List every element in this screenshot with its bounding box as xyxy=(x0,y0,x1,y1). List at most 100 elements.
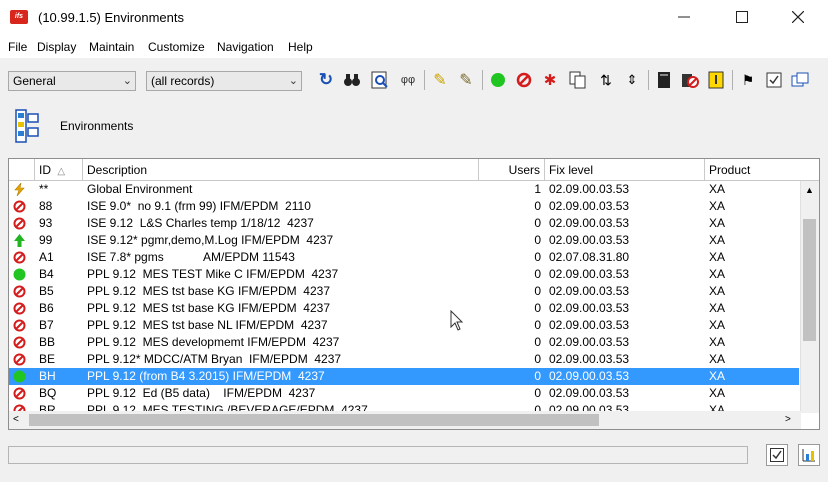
scroll-up-icon[interactable]: ▲ xyxy=(805,185,814,195)
scroll-left-icon[interactable]: < xyxy=(13,414,19,425)
cell-fix-level: 02.09.00.03.53 xyxy=(549,352,630,366)
table-row[interactable]: A1 ISE 7.8* pgms AM/EPDM 11543 0 02.07.08.3… xyxy=(9,249,799,266)
column-header-product[interactable]: Product xyxy=(705,159,819,181)
network-icon[interactable]: ⚑ xyxy=(738,70,758,90)
merge-icon[interactable]: ⇕ xyxy=(622,70,642,90)
zoom-document-icon[interactable] xyxy=(370,70,390,90)
maximize-icon xyxy=(736,11,748,23)
close-button[interactable] xyxy=(776,0,820,34)
checkmark-button[interactable] xyxy=(766,444,788,466)
green-status-icon[interactable] xyxy=(488,70,508,90)
transfer-icon[interactable]: ⇅ xyxy=(596,70,616,90)
cell-product: XA xyxy=(709,335,726,349)
server-icon[interactable] xyxy=(654,70,674,90)
checklist-icon[interactable] xyxy=(764,70,784,90)
column-header-users[interactable]: Users xyxy=(479,159,545,181)
glasses-icon[interactable]: φφ xyxy=(398,70,418,90)
cell-users: 0 xyxy=(534,199,541,213)
copy-icon[interactable] xyxy=(568,70,588,90)
cell-description: PPL 9.12 (from B4 3.2015) IFM/EPDM 4237 xyxy=(87,369,325,383)
menu-help[interactable]: Help xyxy=(288,40,313,54)
environments-icon xyxy=(14,108,40,144)
cell-product: XA xyxy=(709,284,726,298)
binoculars-icon[interactable] xyxy=(342,70,362,90)
cell-fix-level: 02.09.00.03.53 xyxy=(549,182,630,196)
cell-id: 88 xyxy=(39,199,53,213)
menu-display[interactable]: Display xyxy=(37,40,76,54)
cell-product: XA xyxy=(709,182,726,196)
cell-product: XA xyxy=(709,216,726,230)
table-row[interactable]: B6 PPL 9.12 MES tst base KG IFM/EPDM 4237… xyxy=(9,300,799,317)
horizontal-scroll-thumb[interactable] xyxy=(29,414,599,426)
check-icon xyxy=(770,448,784,462)
mouse-cursor-icon xyxy=(450,309,464,335)
cell-fix-level: 02.09.00.03.53 xyxy=(549,318,630,332)
vertical-scroll-thumb[interactable] xyxy=(803,219,816,341)
minimize-button[interactable] xyxy=(662,0,706,34)
up-arrow-icon xyxy=(9,232,33,249)
cell-fix-level: 02.09.00.03.53 xyxy=(549,216,630,230)
maximize-button[interactable] xyxy=(720,0,764,34)
menu-file[interactable]: File xyxy=(8,40,27,54)
environments-grid[interactable]: ID △ Description Users Fix level Product… xyxy=(8,158,820,430)
horizontal-scrollbar[interactable]: < > xyxy=(9,411,801,429)
menu-navigation[interactable]: Navigation xyxy=(217,40,274,54)
table-row[interactable]: B5 PPL 9.12 MES tst base KG IFM/EPDM 4237… xyxy=(9,283,799,300)
column-header-status[interactable] xyxy=(9,159,35,181)
cell-users: 0 xyxy=(534,386,541,400)
cell-product: XA xyxy=(709,369,726,383)
table-row[interactable]: B7 PPL 9.12 MES tst base NL IFM/EPDM 4237… xyxy=(9,317,799,334)
cell-product: XA xyxy=(709,199,726,213)
table-row[interactable]: 88 ISE 9.0* no 9.1 (frm 99) IFM/EPDM 2110… xyxy=(9,198,799,215)
edit-lines-icon[interactable]: ✎ xyxy=(456,70,476,90)
refresh-icon[interactable]: ↻ xyxy=(316,70,336,90)
cell-product: XA xyxy=(709,250,726,264)
vertical-scrollbar[interactable]: ▲ xyxy=(800,181,819,413)
cell-users: 0 xyxy=(534,352,541,366)
view-combo[interactable]: General ⌄ xyxy=(8,71,136,91)
table-row[interactable]: BQ PPL 9.12 Ed (B5 data) IFM/EPDM 4237 0 02… xyxy=(9,385,799,402)
section-title: Environments xyxy=(60,119,134,133)
chevron-down-icon: ⌄ xyxy=(122,75,132,87)
stop-icon xyxy=(9,385,33,402)
cell-product: XA xyxy=(709,386,726,400)
cell-id: B6 xyxy=(39,301,54,315)
table-row[interactable]: BB PPL 9.12 MES developmemt IFM/EPDM 4237… xyxy=(9,334,799,351)
pencil-icon[interactable]: ✎ xyxy=(430,70,450,90)
column-header-fix-level[interactable]: Fix level xyxy=(545,159,705,181)
cell-users: 0 xyxy=(534,318,541,332)
cell-id: B5 xyxy=(39,284,54,298)
server-stop-icon[interactable] xyxy=(680,70,700,90)
table-row[interactable]: BH PPL 9.12 (from B4 3.2015) IFM/EPDM 423… xyxy=(9,368,799,385)
minimize-icon xyxy=(678,16,690,18)
info-icon[interactable] xyxy=(706,70,726,90)
menu-maintain[interactable]: Maintain xyxy=(89,40,134,54)
view-combo-value: General xyxy=(13,74,56,88)
cell-fix-level: 02.09.00.03.53 xyxy=(549,284,630,298)
cell-users: 0 xyxy=(534,250,541,264)
table-row[interactable]: BE PPL 9.12* MDCC/ATM Bryan IFM/EPDM 4237… xyxy=(9,351,799,368)
column-header-description[interactable]: Description xyxy=(83,159,479,181)
chart-button[interactable] xyxy=(798,444,820,466)
menu-bar: File Display Maintain Customize Navigati… xyxy=(0,36,828,58)
table-row[interactable]: B4 PPL 9.12 MES TEST Mike C IFM/EPDM 4237… xyxy=(9,266,799,283)
cell-product: XA xyxy=(709,301,726,315)
cell-id: BB xyxy=(39,335,56,349)
app-logo: ifs xyxy=(10,10,28,24)
table-row[interactable]: 99 ISE 9.12* pgmr,demo,M.Log IFM/EPDM 423… xyxy=(9,232,799,249)
table-row[interactable]: ** Global Environment 1 02.09.00.03.53 XA xyxy=(9,181,799,198)
windows-icon[interactable] xyxy=(790,70,810,90)
column-header-id[interactable]: ID △ xyxy=(35,159,83,181)
green-circle-icon xyxy=(9,368,33,385)
cell-description: PPL 9.12 MES developmemt IFM/EPDM 4237 xyxy=(87,335,340,349)
lightning-icon xyxy=(9,181,33,198)
scroll-right-icon[interactable]: > xyxy=(785,414,791,425)
menu-customize[interactable]: Customize xyxy=(148,40,205,54)
filter-combo[interactable]: (all records) ⌄ xyxy=(146,71,302,91)
bug-icon[interactable]: ✱ xyxy=(540,70,560,90)
stop-icon[interactable] xyxy=(514,70,534,90)
cell-fix-level: 02.09.00.03.53 xyxy=(549,386,630,400)
table-row[interactable]: 93 ISE 9.12 L&S Charles temp 1/18/12 4237… xyxy=(9,215,799,232)
cell-product: XA xyxy=(709,233,726,247)
cell-id: 93 xyxy=(39,216,53,230)
